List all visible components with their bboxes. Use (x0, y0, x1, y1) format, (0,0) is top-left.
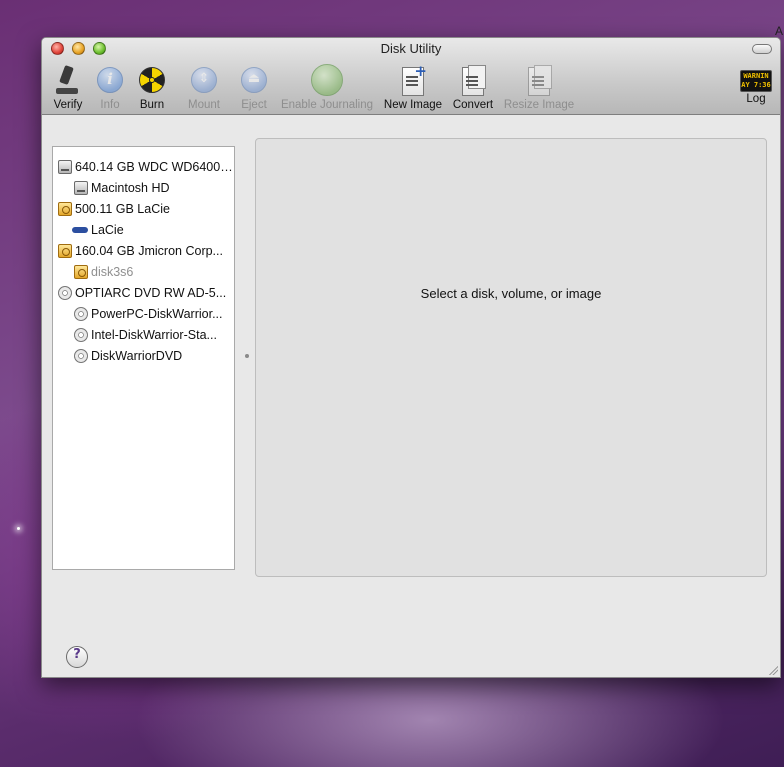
main-content: 640.14 GB WDC WD6400AAKS Macintosh HD 50… (42, 116, 780, 677)
disk-list[interactable]: 640.14 GB WDC WD6400AAKS Macintosh HD 50… (52, 146, 235, 570)
log-icon: WARNIN AY 7:36 (740, 70, 772, 92)
disk-item-optiarc-dvd[interactable]: OPTIARC DVD RW AD-5... (53, 282, 234, 303)
eject-label: Eject (241, 99, 267, 111)
titlebar: Disk Utility Verify i Info Burn ⇕ Mount … (42, 38, 780, 115)
optical-disc-icon (74, 306, 88, 321)
optical-drive-icon (58, 285, 72, 300)
resize-image-label: Resize Image (503, 99, 575, 111)
convert-label: Convert (452, 99, 494, 111)
optical-disc-icon (74, 348, 88, 363)
split-view-handle[interactable] (245, 354, 249, 358)
volume-item-diskwarriordvd[interactable]: DiskWarriorDVD (53, 345, 234, 366)
disk-item-label: 640.14 GB WDC WD6400AAKS (75, 159, 234, 174)
volume-item-powerpc-diskwarrior[interactable]: PowerPC-DiskWarrior... (53, 303, 234, 324)
window-title: Disk Utility (380, 41, 442, 56)
journal-icon (311, 64, 343, 98)
optical-disc-icon (74, 327, 88, 342)
volume-item-lacie[interactable]: LaCie (53, 219, 234, 240)
volume-item-label: Macintosh HD (91, 180, 170, 195)
toolbar-toggle-button[interactable] (752, 44, 772, 54)
external-disk-icon (74, 264, 88, 279)
volume-item-label: Intel-DiskWarrior-Sta... (91, 327, 217, 342)
toolbar: Verify i Info Burn ⇕ Mount ⏏ Eject Enabl… (42, 62, 780, 114)
volume-item-intel-diskwarrior[interactable]: Intel-DiskWarrior-Sta... (53, 324, 234, 345)
desktop-star (17, 527, 20, 530)
internal-disk-icon (74, 180, 88, 195)
log-button[interactable]: WARNIN AY 7:36 Log (708, 64, 780, 105)
disk-item-lacie[interactable]: 500.11 GB LaCie (53, 198, 234, 219)
volume-item-label: LaCie (91, 222, 124, 237)
desktop-edge-text: A (775, 24, 784, 38)
convert-icon (457, 64, 489, 98)
resize-grip[interactable] (768, 665, 778, 675)
disk-item-jmicron[interactable]: 160.04 GB Jmicron Corp... (53, 240, 234, 261)
empty-selection-message: Select a disk, volume, or image (420, 286, 602, 301)
disk-item-wdc[interactable]: 640.14 GB WDC WD6400AAKS (53, 156, 234, 177)
volume-item-label: PowerPC-DiskWarrior... (91, 306, 223, 321)
external-disk-icon (58, 201, 72, 216)
disk-item-label: 500.11 GB LaCie (75, 201, 170, 216)
enable-journaling-button[interactable]: Enable Journaling (279, 64, 375, 111)
resize-image-icon (523, 64, 555, 98)
volume-item-macintosh-hd[interactable]: Macintosh HD (53, 177, 234, 198)
volume-item-label: disk3s6 (91, 264, 134, 279)
disk-item-label: OPTIARC DVD RW AD-5... (75, 285, 227, 300)
lacie-volume-icon (72, 227, 88, 233)
volume-item-label: DiskWarriorDVD (91, 348, 183, 363)
detail-panel: Select a disk, volume, or image (255, 138, 767, 577)
help-button[interactable]: ? (66, 646, 88, 668)
resize-image-button[interactable]: Resize Image (491, 64, 587, 111)
internal-disk-icon (58, 159, 72, 174)
disk-item-label: 160.04 GB Jmicron Corp... (75, 243, 223, 258)
log-label: Log (746, 93, 766, 105)
external-disk-icon (58, 243, 72, 258)
eject-icon: ⏏ (238, 64, 270, 98)
disk-utility-window: Disk Utility Verify i Info Burn ⇕ Mount … (41, 37, 781, 678)
volume-item-disk3s6[interactable]: disk3s6 (53, 261, 234, 282)
enable-journaling-label: Enable Journaling (280, 99, 374, 111)
